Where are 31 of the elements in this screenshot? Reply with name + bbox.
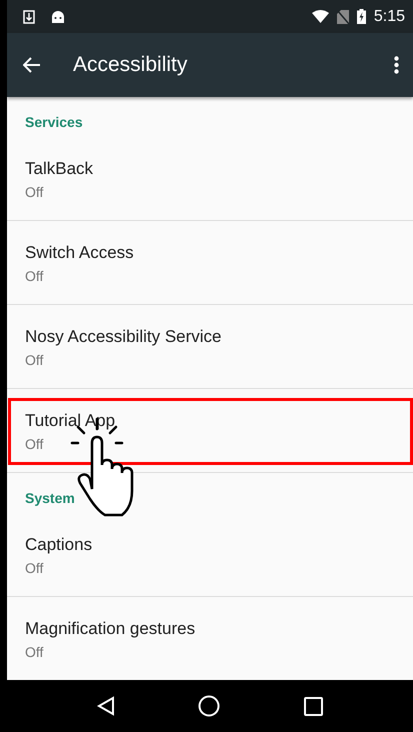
- setting-title[interactable]: Tutorial App: [25, 409, 116, 433]
- wifi-icon: [312, 10, 329, 23]
- setting-summary: Off: [25, 559, 44, 578]
- setting-summary: Off: [25, 183, 44, 202]
- back-arrow-icon[interactable]: [23, 57, 41, 73]
- setting-row[interactable]: Switch Access Off: [7, 221, 413, 305]
- setting-title[interactable]: Nosy Accessibility Service: [25, 325, 222, 349]
- section-header: Services: [25, 114, 83, 130]
- setting-summary: Off: [25, 351, 44, 370]
- android-icon: [51, 10, 65, 24]
- battery-icon: [356, 9, 366, 24]
- setting-summary: Off: [25, 435, 44, 454]
- back-nav-icon[interactable]: [96, 696, 115, 716]
- setting-title[interactable]: TalkBack: [25, 157, 94, 181]
- recents-nav-icon[interactable]: [304, 696, 324, 716]
- no-sim-icon: [336, 10, 349, 24]
- setting-row[interactable]: Captions Off: [7, 513, 413, 597]
- section-header: System: [25, 490, 75, 506]
- setting-row[interactable]: Nosy Accessibility Service Off: [7, 305, 413, 389]
- home-nav-icon[interactable]: [198, 695, 220, 717]
- setting-summary: Off: [25, 267, 44, 286]
- download-icon: [23, 10, 35, 24]
- setting-title[interactable]: Magnification gestures: [25, 617, 196, 641]
- toolbar-title: Accessibility: [73, 52, 188, 78]
- status-time: 5:15: [374, 6, 405, 26]
- overflow-menu-icon[interactable]: [394, 56, 399, 74]
- setting-title[interactable]: Switch Access: [25, 241, 134, 265]
- highlighted-setting-row[interactable]: Tutorial App Off: [7, 389, 413, 473]
- setting-row[interactable]: TalkBack Off: [7, 137, 413, 221]
- setting-summary: Off: [25, 643, 44, 662]
- setting-title[interactable]: Captions: [25, 533, 92, 557]
